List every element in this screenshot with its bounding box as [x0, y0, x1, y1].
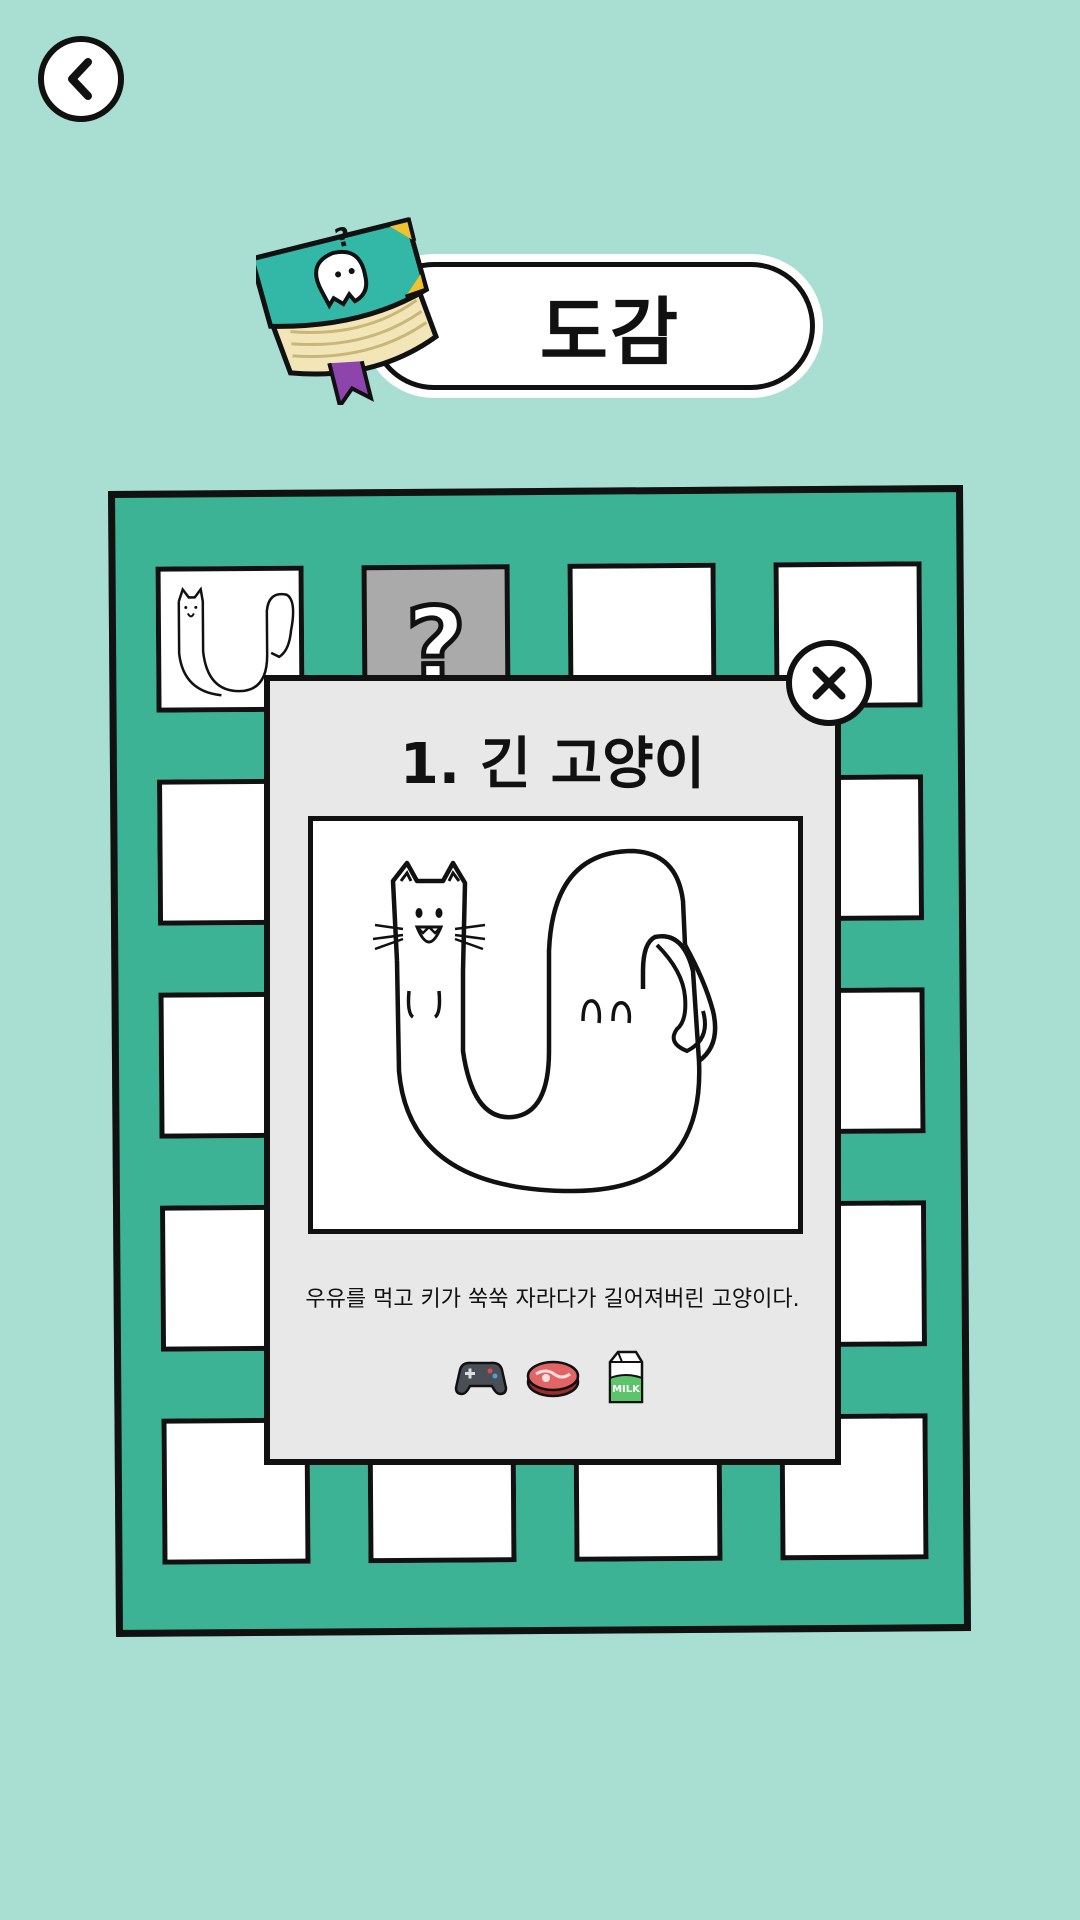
- cat-detail-modal: 1. 긴 고양이 우유를 먹고 키가 쑥쑥 자라다가 길어져버린 고양이다. M…: [264, 675, 841, 1465]
- chevron-left-icon: [68, 58, 92, 100]
- game-controller-icon: [452, 1348, 510, 1406]
- milk-label: MILK: [612, 1384, 641, 1395]
- modal-description: 우유를 먹고 키가 쑥쑥 자라다가 길어져버린 고양이다.: [305, 1287, 800, 1312]
- cat-illustration-frame: [308, 816, 803, 1234]
- close-icon: [812, 666, 846, 700]
- milk-carton-icon: MILK: [596, 1348, 654, 1406]
- book-icon: ?: [256, 217, 440, 405]
- page-title: 도감: [539, 289, 681, 376]
- long-cat-illustration: [372, 848, 718, 1194]
- hint-items: MILK: [270, 1348, 835, 1406]
- meat-icon: [524, 1348, 582, 1406]
- close-button[interactable]: [786, 640, 872, 726]
- back-button[interactable]: [38, 36, 124, 122]
- modal-title: 1. 긴 고양이: [399, 732, 706, 797]
